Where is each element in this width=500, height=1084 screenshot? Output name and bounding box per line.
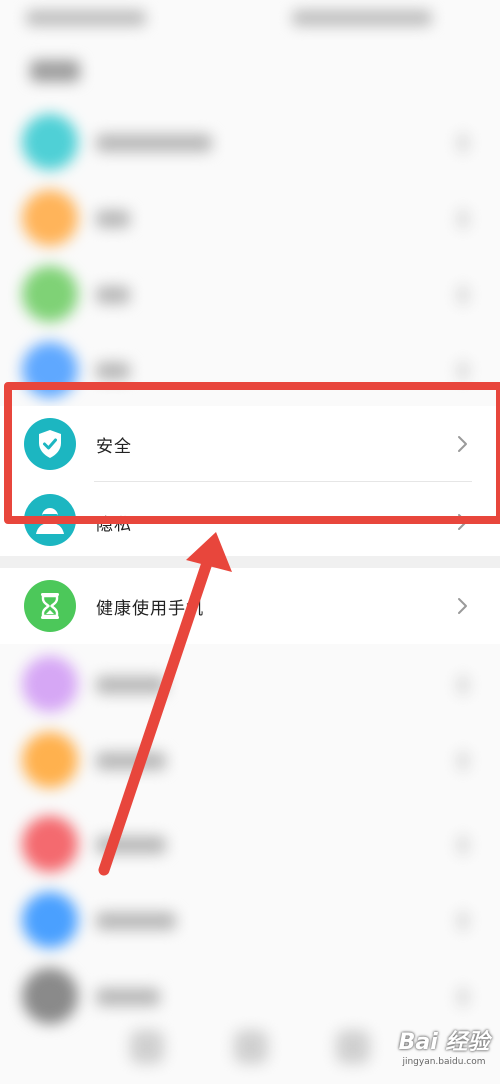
chevron-right-icon bbox=[458, 912, 468, 930]
settings-item-security[interactable]: 安全 bbox=[0, 406, 500, 482]
chevron-right-icon bbox=[458, 362, 468, 380]
app-icon bbox=[22, 190, 78, 246]
settings-item-label: 健康使用手机 bbox=[96, 599, 204, 619]
sidebar-item-storage[interactable] bbox=[0, 334, 500, 410]
chevron-right-icon bbox=[458, 436, 467, 452]
list-item[interactable] bbox=[0, 884, 500, 960]
app-icon bbox=[22, 114, 78, 170]
app-icon bbox=[22, 732, 78, 788]
list-item[interactable] bbox=[0, 106, 500, 182]
settings-item-label: 隐私 bbox=[96, 515, 132, 535]
app-icon bbox=[22, 816, 78, 872]
baidu-watermark: Bai 经验 jingyan.baidu.com bbox=[392, 1030, 496, 1080]
hourglass-icon bbox=[24, 580, 76, 632]
list-item[interactable] bbox=[0, 724, 500, 800]
nav-button[interactable] bbox=[130, 1030, 164, 1064]
chevron-right-icon bbox=[458, 836, 468, 854]
watermark-sub: jingyan.baidu.com bbox=[402, 1057, 486, 1067]
chevron-right-icon bbox=[458, 210, 468, 228]
settings-item-privacy[interactable]: 隐私 bbox=[0, 482, 500, 556]
status-bar-left bbox=[26, 10, 146, 26]
nav-button[interactable] bbox=[336, 1030, 370, 1064]
chevron-right-icon bbox=[458, 134, 468, 152]
list-item[interactable] bbox=[0, 182, 500, 258]
status-bar-right bbox=[292, 10, 432, 26]
chevron-right-icon bbox=[458, 676, 468, 694]
storage-icon bbox=[22, 342, 78, 398]
page-title bbox=[30, 60, 80, 82]
section-divider bbox=[0, 556, 500, 568]
nav-button[interactable] bbox=[234, 1030, 268, 1064]
shield-check-icon bbox=[24, 418, 76, 470]
watermark-main: Bai 经验 bbox=[398, 1030, 490, 1055]
list-item[interactable] bbox=[0, 648, 500, 724]
settings-item-label: 安全 bbox=[96, 437, 132, 457]
chevron-right-icon bbox=[458, 598, 467, 614]
app-icon bbox=[22, 968, 78, 1024]
chevron-right-icon bbox=[458, 752, 468, 770]
status-bar bbox=[0, 0, 500, 40]
chevron-right-icon bbox=[458, 286, 468, 304]
app-icon bbox=[22, 656, 78, 712]
settings-item-digital-wellbeing[interactable]: 健康使用手机 bbox=[0, 568, 500, 644]
list-item[interactable] bbox=[0, 960, 500, 1036]
list-item[interactable] bbox=[0, 808, 500, 884]
list-item[interactable] bbox=[0, 258, 500, 334]
chevron-right-icon bbox=[458, 988, 468, 1006]
settings-screen: 安全 隐私 健康使用手机 Bai 经验 jingyan.baidu.com bbox=[0, 0, 500, 1084]
chevron-right-icon bbox=[458, 514, 467, 530]
privacy-person-icon bbox=[24, 494, 76, 546]
app-icon bbox=[22, 892, 78, 948]
app-icon bbox=[22, 266, 78, 322]
